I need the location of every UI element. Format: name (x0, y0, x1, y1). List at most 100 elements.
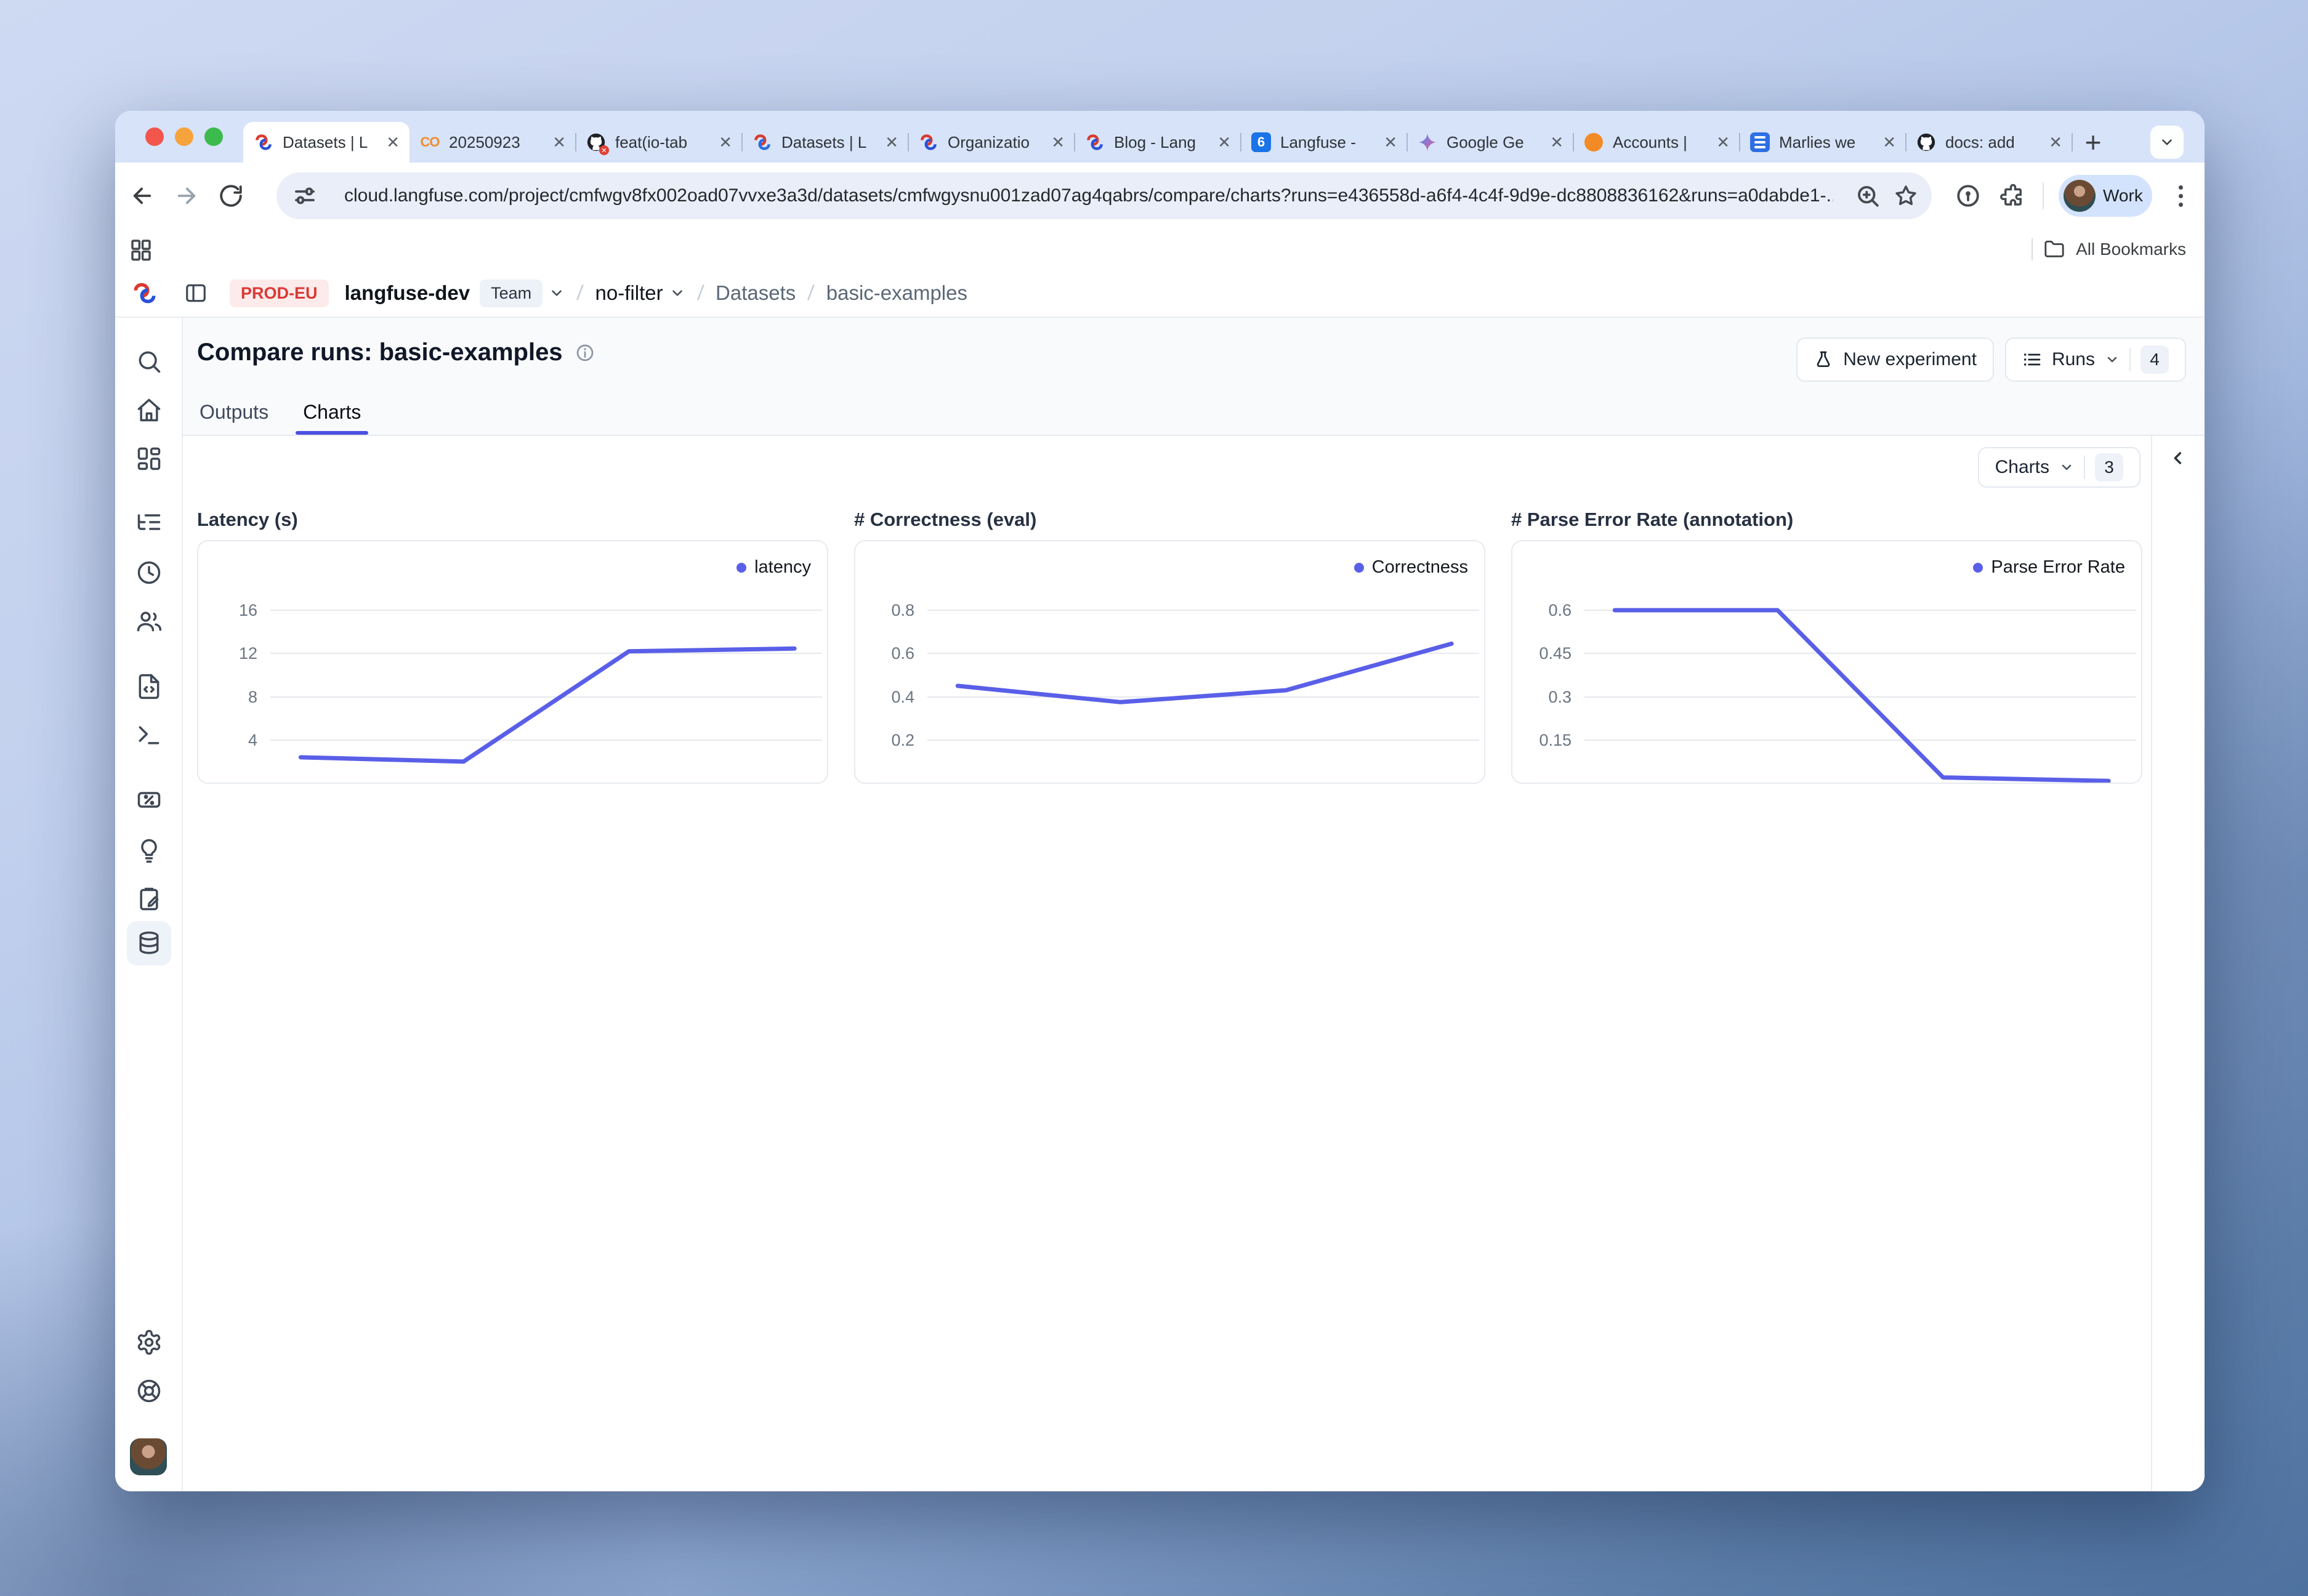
tab-close-icon[interactable]: ✕ (885, 134, 898, 150)
new-tab-button[interactable]: + (2076, 126, 2110, 159)
insights-lightbulb-icon[interactable] (132, 834, 166, 867)
tab-title: Organizatio (948, 133, 1043, 152)
back-button[interactable] (127, 181, 157, 211)
window-zoom-button[interactable] (204, 127, 223, 146)
dashboards-icon[interactable] (132, 442, 166, 475)
tab-overflow-chevron-button[interactable] (2150, 126, 2184, 159)
project-chevron-down-icon[interactable] (669, 285, 685, 301)
address-bar[interactable]: cloud.langfuse.com/project/cmfwgv8fx002o… (276, 172, 1932, 219)
tab-close-icon[interactable]: ✕ (552, 134, 566, 150)
tracing-tree-icon[interactable] (132, 506, 166, 539)
line-series (270, 541, 822, 784)
page-title-row: Compare runs: basic-examples (197, 339, 595, 366)
plot-area: 161284 (198, 541, 827, 783)
gridline-baseline (927, 783, 1479, 784)
chart-title: # Correctness (eval) (854, 509, 1485, 531)
tab-close-icon[interactable]: ✕ (1384, 134, 1397, 150)
breadcrumb-separator: / (696, 281, 705, 305)
y-tick-label: 0.3 (1512, 686, 1572, 708)
datasets-database-icon[interactable] (132, 927, 166, 960)
browser-tab[interactable]: Datasets | L ✕ (742, 122, 908, 163)
window-minimize-button[interactable] (175, 127, 193, 146)
runs-dropdown-button[interactable]: Runs 4 (2005, 337, 2186, 382)
runs-count-badge: 4 (2141, 345, 2169, 374)
browser-tab[interactable]: CO 20250923 ✕ (410, 122, 576, 163)
chevron-down-icon (2105, 352, 2120, 367)
chart-card: Correctness 0.80.60.40.2 (854, 540, 1485, 784)
y-tick-label: 0.4 (855, 686, 914, 708)
home-icon[interactable] (132, 393, 166, 427)
browser-tab[interactable]: Organizatio ✕ (908, 122, 1075, 163)
playground-terminal-icon[interactable] (132, 719, 166, 752)
browser-tab-datasets-active[interactable]: Datasets | L ✕ (243, 122, 410, 163)
password-manager-icon[interactable] (1953, 181, 1983, 211)
bookmark-star-icon[interactable] (1891, 181, 1921, 211)
tab-close-icon[interactable]: ✕ (386, 134, 400, 150)
gemini-favicon-icon (1417, 132, 1438, 153)
tab-close-icon[interactable]: ✕ (1217, 134, 1231, 150)
settings-gear-icon[interactable] (132, 1326, 166, 1359)
browser-tab-strip: Datasets | L ✕ CO 20250923 ✕ ✕ feat(io-t… (115, 111, 2205, 163)
annotation-clipboard-pen-icon[interactable] (132, 882, 166, 916)
legend-dot-icon (736, 563, 746, 573)
tab-close-icon[interactable]: ✕ (2049, 134, 2062, 150)
docs-favicon-icon (1749, 132, 1770, 153)
gridline-baseline (270, 783, 822, 784)
forward-button[interactable] (172, 181, 201, 211)
folder-icon (2044, 239, 2065, 260)
browser-tab[interactable]: 6 Langfuse - ✕ (1241, 122, 1407, 163)
langfuse-logo-icon (131, 280, 158, 307)
evaluation-percent-icon[interactable] (132, 783, 166, 816)
tab-close-icon[interactable]: ✕ (719, 134, 732, 150)
extensions-puzzle-icon[interactable] (1998, 181, 2028, 211)
flask-icon (1814, 350, 1833, 369)
info-icon[interactable] (575, 343, 595, 363)
breadcrumb-dataset-name[interactable]: basic-examples (826, 281, 967, 305)
browser-tab[interactable]: Blog - Lang ✕ (1075, 122, 1241, 163)
reload-button[interactable] (216, 181, 246, 211)
button-divider (2084, 456, 2085, 479)
tab-close-icon[interactable]: ✕ (1550, 134, 1564, 150)
browser-tab[interactable]: Marlies we ✕ (1740, 122, 1906, 163)
tab-title: docs: add (1945, 133, 2040, 152)
tab-title: Datasets | L (283, 133, 377, 152)
window-close-button[interactable] (145, 127, 164, 146)
all-bookmarks-label[interactable]: All Bookmarks (2076, 240, 2186, 259)
browser-tab[interactable]: Google Ge ✕ (1407, 122, 1573, 163)
charts-filter-button[interactable]: Charts 3 (1978, 447, 2141, 488)
browser-tab[interactable]: docs: add ✕ (1906, 122, 2072, 163)
apps-grid-icon[interactable] (126, 235, 156, 264)
y-tick-label: 0.8 (855, 599, 914, 621)
users-icon[interactable] (132, 605, 166, 638)
y-tick-label: 0.6 (1512, 599, 1572, 621)
browser-tab[interactable]: ✕ feat(io-tab ✕ (576, 122, 742, 163)
org-chevron-down-icon[interactable] (549, 285, 565, 301)
support-lifebuoy-icon[interactable] (132, 1374, 166, 1408)
collapse-panel-chevron-icon[interactable] (2168, 448, 2188, 468)
org-name[interactable]: langfuse-dev (345, 281, 470, 305)
zoom-magnifier-icon[interactable] (1853, 181, 1882, 211)
page-tabs: Outputs Charts (200, 401, 361, 435)
breadcrumb-datasets-link[interactable]: Datasets (716, 281, 796, 305)
tab-outputs[interactable]: Outputs (200, 401, 268, 435)
new-experiment-button[interactable]: New experiment (1796, 337, 1994, 382)
sidebar-toggle-icon[interactable] (184, 281, 208, 305)
site-settings-tune-icon[interactable] (290, 181, 320, 211)
browser-tab[interactable]: Accounts | ✕ (1573, 122, 1740, 163)
profile-chip[interactable]: Work (2059, 175, 2152, 217)
prompts-file-code-icon[interactable] (132, 670, 166, 703)
user-avatar[interactable] (130, 1438, 167, 1475)
tab-title: Google Ge (1447, 133, 1541, 152)
sessions-clock-icon[interactable] (132, 556, 166, 589)
tab-charts[interactable]: Charts (303, 401, 361, 435)
tab-close-icon[interactable]: ✕ (1882, 134, 1896, 150)
tab-close-icon[interactable]: ✕ (1716, 134, 1730, 150)
page-header-band: Compare runs: basic-examples New experim… (183, 318, 2205, 436)
breadcrumb-separator: / (576, 281, 584, 305)
org-type-badge: Team (480, 280, 543, 307)
project-name[interactable]: no-filter (595, 281, 663, 305)
search-icon[interactable] (132, 345, 166, 378)
new-experiment-label: New experiment (1843, 349, 1977, 370)
browser-menu-kebab-icon[interactable] (2166, 181, 2195, 211)
tab-close-icon[interactable]: ✕ (1051, 134, 1065, 150)
